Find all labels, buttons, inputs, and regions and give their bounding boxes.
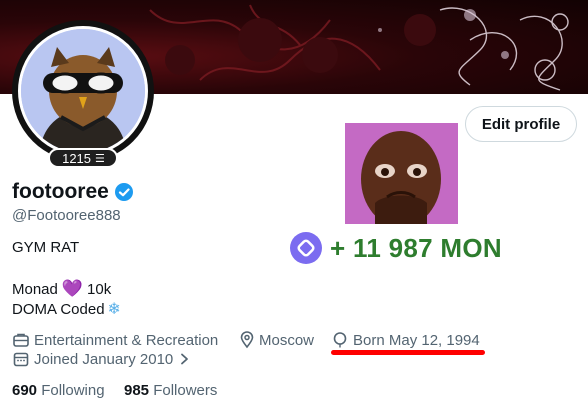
joined-text: Joined January 2010 (34, 350, 174, 368)
bio-line-2-prefix: Monad (12, 280, 58, 298)
birthday-text: Born May 12, 1994 (353, 331, 480, 349)
following-label: Following (41, 382, 105, 399)
avatar-image (18, 26, 148, 156)
followers-link[interactable]: 985 Followers (124, 382, 217, 399)
red-highlight-underline (331, 350, 485, 355)
profile-birthday: Born May 12, 1994 (331, 331, 480, 349)
calendar-icon (13, 352, 29, 367)
briefcase-icon (13, 333, 29, 347)
balloon-icon (333, 332, 347, 348)
location-pin-icon (240, 331, 254, 349)
chevron-right-icon[interactable] (177, 352, 191, 366)
bio-line-3-text: DOMA Coded (12, 300, 105, 318)
following-count: 690 (12, 382, 38, 399)
following-link[interactable]: 690 Following (12, 382, 105, 399)
followers-count: 985 (124, 382, 150, 399)
bio-line-2-suffix: 10k (87, 280, 112, 298)
profile-location: Moscow (239, 331, 314, 349)
level-value: 1215 (62, 150, 92, 166)
bio-line-2: Monad 💜 10k (12, 279, 111, 299)
profile-handle: @Footooree888 (12, 207, 121, 224)
display-name: footooree (12, 180, 134, 204)
bio-line-3: DOMA Coded ❄ (12, 299, 121, 319)
edit-profile-button[interactable]: Edit profile (465, 106, 577, 142)
snowflake-icon: ❄ (107, 301, 121, 318)
bio-line-1: GYM RAT (12, 239, 80, 256)
mon-amount: + 11 987 MON (330, 232, 502, 263)
mon-balance: + 11 987 MON (290, 232, 502, 264)
level-badge: 1215 ☰ (48, 148, 118, 168)
location-text: Moscow (259, 331, 315, 349)
avatar[interactable] (12, 20, 154, 162)
profile-category: Entertainment & Recreation (12, 331, 218, 349)
verified-badge-icon[interactable] (114, 182, 134, 202)
category-text[interactable]: Entertainment & Recreation (34, 332, 218, 349)
followers-label: Followers (153, 382, 218, 399)
level-bars-icon: ☰ (95, 152, 105, 165)
purple-heart-icon: 💜 (61, 279, 84, 298)
profile-joined: Joined January 2010 (12, 350, 191, 368)
monad-logo-icon (290, 232, 322, 264)
meme-image (345, 123, 458, 224)
display-name-text: footooree (12, 180, 109, 203)
